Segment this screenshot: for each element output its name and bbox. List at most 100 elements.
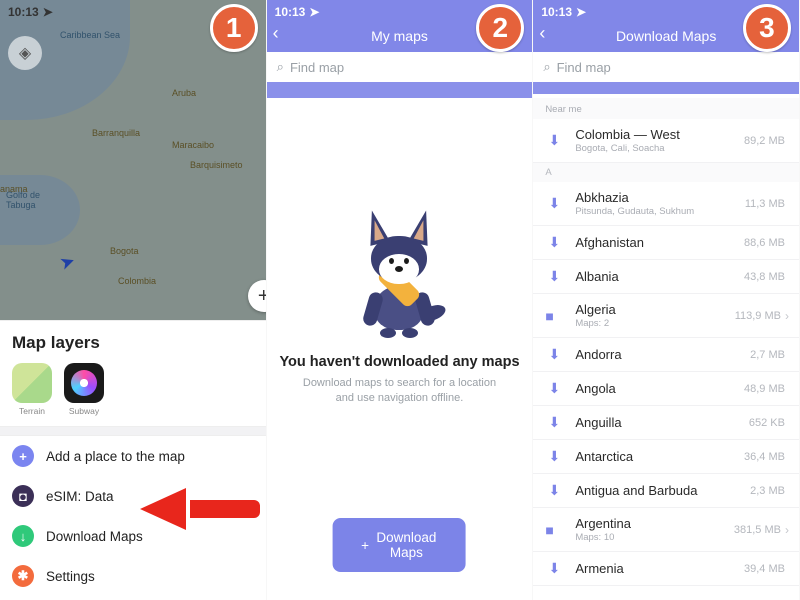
header-title: Download Maps: [616, 28, 716, 44]
sim-icon: ◘: [12, 485, 34, 507]
maps-list[interactable]: Near me ⬇ Colombia — WestBogota, Cali, S…: [533, 98, 799, 600]
plus-icon: +: [258, 285, 267, 308]
map-size: 113,9 MB: [735, 310, 781, 322]
location-arrow-icon: ➤: [309, 5, 319, 19]
map-name: Algeria: [575, 302, 734, 317]
layer-tile-subway[interactable]: Subway: [64, 363, 104, 416]
map-row[interactable]: ■ ArgentinaMaps: 10381,5 MB ›: [533, 508, 799, 552]
map-size: 381,5 MB: [734, 524, 781, 536]
map-name: Antigua and Barbuda: [575, 483, 750, 498]
map-row-near[interactable]: ⬇ Colombia — WestBogota, Cali, Soacha 89…: [533, 119, 799, 163]
gear-icon: ✱: [12, 565, 34, 587]
map-row[interactable]: ⬇ Afghanistan88,6 MB: [533, 226, 799, 260]
download-icon: ⬇: [545, 414, 563, 431]
alpha-header: A: [533, 163, 799, 182]
map-size: 2,7 MB: [750, 349, 785, 361]
annotation-arrow: [140, 493, 260, 533]
map-row[interactable]: ⬇ Antarctica36,4 MB: [533, 440, 799, 474]
map-name: Anguilla: [575, 415, 749, 430]
map-name: Andorra: [575, 347, 750, 362]
layers-toggle-button[interactable]: ◈: [8, 36, 42, 70]
menu-add-place[interactable]: + Add a place to the map: [0, 436, 266, 476]
download-maps-button[interactable]: +Download Maps: [333, 518, 466, 572]
screen-map-layers: Caribbean Sea Golfo de Tabuga Aruba Barr…: [0, 0, 267, 600]
plus-icon: +: [12, 445, 34, 467]
download-icon: ⬇: [545, 482, 563, 499]
download-icon: ⬇: [545, 346, 563, 363]
map-size: 11,3 MB: [745, 198, 785, 210]
download-icon: ⬇: [545, 560, 563, 577]
search-icon: ⌕: [543, 59, 550, 75]
tile-label: Terrain: [12, 406, 52, 416]
status-time: 10:13: [8, 5, 39, 19]
map-name: Afghanistan: [575, 235, 744, 250]
download-icon: ⬇: [545, 234, 563, 251]
layer-tile-terrain[interactable]: Terrain: [12, 363, 52, 416]
folder-icon: ■: [545, 522, 563, 538]
terrain-icon: [12, 363, 52, 403]
download-icon: ⬇: [545, 132, 563, 149]
map-size: 48,9 MB: [744, 383, 785, 395]
plus-icon: +: [361, 538, 369, 553]
layers-icon: ◈: [19, 43, 31, 63]
map-name: Colombia — West: [575, 127, 744, 142]
chevron-right-icon: ›: [785, 523, 789, 537]
map-name: Argentina: [575, 516, 734, 531]
map-row[interactable]: ⬇ Anguilla652 KB: [533, 406, 799, 440]
status-time: 10:13: [275, 5, 306, 19]
screen-my-maps: 10:13➤ ‹ My maps ⌕Find map 2 You haven't…: [267, 0, 534, 600]
download-icon: ↓: [12, 525, 34, 547]
map-size: 89,2 MB: [744, 135, 785, 147]
status-time: 10:13: [541, 5, 572, 19]
section-near-me: Near me: [533, 98, 799, 119]
map-size: 2,3 MB: [750, 485, 785, 497]
map-row[interactable]: ■ AlgeriaMaps: 2113,9 MB ›: [533, 294, 799, 338]
map-row[interactable]: ⬇ Armenia39,4 MB: [533, 552, 799, 586]
search-input[interactable]: ⌕ Find map: [267, 52, 533, 82]
tile-label: Subway: [64, 406, 104, 416]
map-size: 43,8 MB: [744, 271, 785, 283]
menu-label: Add a place to the map: [46, 449, 185, 464]
map-size: 652 KB: [749, 417, 785, 429]
back-button[interactable]: ‹: [539, 23, 545, 44]
map-size: 36,4 MB: [744, 451, 785, 463]
map-sub: Maps: 2: [575, 318, 734, 329]
step-badge: 2: [476, 4, 524, 52]
folder-icon: ■: [545, 308, 563, 324]
map-size: 39,4 MB: [744, 563, 785, 575]
download-icon: ⬇: [545, 448, 563, 465]
chevron-right-icon: ›: [785, 309, 789, 323]
location-arrow-icon: ➤: [43, 5, 53, 19]
map-name: Abkhazia: [575, 190, 745, 205]
menu-settings[interactable]: ✱Settings: [0, 556, 266, 596]
mascot-illustration: [344, 210, 454, 340]
screen-download-maps: 10:13 ➤ ‹ Download Maps ⌕ Find map 3 Near …: [533, 0, 800, 600]
location-arrow-icon: ➤: [576, 5, 586, 19]
map-name: Albania: [575, 269, 744, 284]
map-row[interactable]: ⬇ AbkhaziaPitsunda, Gudauta, Sukhum11,3 M…: [533, 182, 799, 226]
map-sub: Maps: 10: [575, 532, 734, 543]
back-button[interactable]: ‹: [273, 23, 279, 44]
header-title: My maps: [371, 28, 428, 44]
download-icon: ⬇: [545, 195, 563, 212]
map-row[interactable]: ⬇Angola48,9 MB: [533, 372, 799, 406]
map-name: Antarctica: [575, 449, 744, 464]
download-icon: ⬇: [545, 380, 563, 397]
sheet-title: Map layers: [0, 321, 266, 363]
search-placeholder: Find map: [557, 60, 611, 75]
step-badge: 3: [743, 4, 791, 52]
empty-subtext: Download maps to search for a location a…: [294, 376, 504, 406]
menu-share-location[interactable]: ➜Share My Location: [0, 596, 266, 600]
map-name: Armenia: [575, 561, 744, 576]
search-input[interactable]: ⌕ Find map: [533, 52, 799, 82]
map-row[interactable]: ⬇ Antigua and Barbuda2,3 MB: [533, 474, 799, 508]
map-sub: Pitsunda, Gudauta, Sukhum: [575, 206, 745, 217]
search-icon: ⌕: [277, 59, 284, 75]
map-row[interactable]: ⬇Albania43,8 MB: [533, 260, 799, 294]
search-placeholder: Find map: [290, 60, 344, 75]
step-badge: 1: [210, 4, 258, 52]
map-row[interactable]: ⬇ Andorra2,7 MB: [533, 338, 799, 372]
bottom-sheet: Map layers Terrain Subway + Add a place t…: [0, 320, 266, 600]
map-size: 88,6 MB: [744, 237, 785, 249]
subway-icon: [64, 363, 104, 403]
